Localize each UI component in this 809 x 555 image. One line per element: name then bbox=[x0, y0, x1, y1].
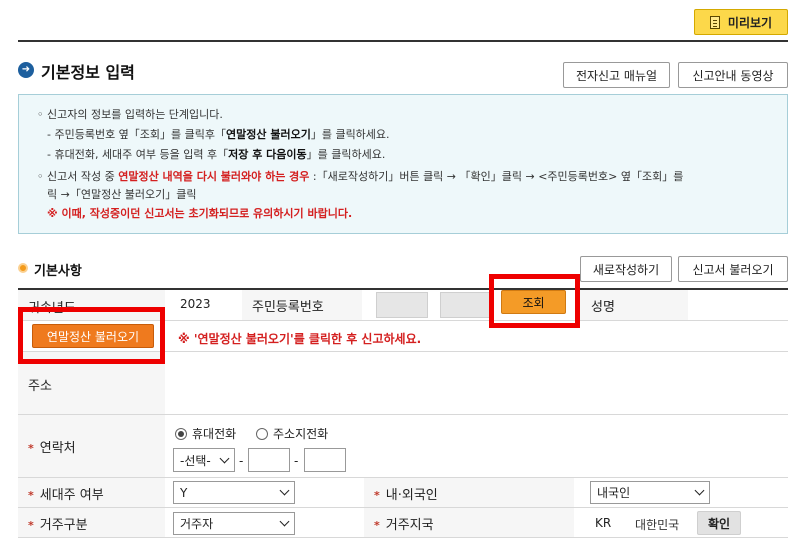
contact-label: * 연락처 bbox=[28, 441, 76, 456]
load-return-button[interactable]: 신고서 불러오기 bbox=[678, 256, 788, 282]
phone-middle-input[interactable] bbox=[248, 448, 290, 472]
lookup-button[interactable]: 조회 bbox=[501, 290, 566, 314]
info-line-4: ◦ 신고서 작성 중 연말정산 내역을 다시 불러와야 하는 경우 :「새로작성… bbox=[37, 170, 684, 183]
residence-label: * 거주구분 bbox=[28, 518, 88, 533]
video-guide-button[interactable]: 신고안내 동영상 bbox=[678, 62, 788, 88]
rrn-label: 주민등록번호 bbox=[252, 300, 324, 315]
info-line-5: 릭 →「연말정산 불러오기」클릭 bbox=[47, 188, 197, 201]
phone-prefix-select[interactable]: -선택- bbox=[173, 448, 235, 472]
rrn-first-input[interactable] bbox=[376, 292, 428, 318]
householder-select[interactable]: Y bbox=[173, 481, 295, 504]
radio-home-circle[interactable] bbox=[256, 427, 268, 440]
nationality-label: * 내·외국인 bbox=[374, 488, 438, 503]
top-divider bbox=[18, 40, 788, 42]
radio-home-phone[interactable]: 주소지전화 bbox=[256, 425, 328, 442]
bullet-icon bbox=[18, 263, 28, 273]
chevron-down-icon bbox=[279, 516, 290, 527]
householder-label: * 세대주 여부 bbox=[28, 488, 104, 503]
year-end-load-button[interactable]: 연말정산 불러오기 bbox=[32, 324, 154, 348]
page-title: 기본정보 입력 bbox=[41, 63, 135, 82]
year-end-notice: ※ '연말정산 불러오기'를 클릭한 후 신고하세요. bbox=[178, 332, 422, 346]
info-line-1: ◦ 신고자의 정보를 입력하는 단계입니다. bbox=[37, 108, 223, 121]
arrow-right-icon: ➜ bbox=[18, 62, 34, 78]
dash: - bbox=[239, 454, 244, 468]
manual-button[interactable]: 전자신고 매뉴얼 bbox=[563, 62, 670, 88]
dash: - bbox=[294, 454, 299, 468]
chevron-down-icon bbox=[219, 453, 230, 463]
preview-button[interactable]: 미리보기 bbox=[694, 9, 788, 35]
info-line-3: - 휴대전화, 세대주 여부 등을 입력 후「저장 후 다음이동」를 클릭하세요… bbox=[47, 148, 386, 161]
document-icon bbox=[709, 15, 720, 29]
info-box: ◦ 신고자의 정보를 입력하는 단계입니다. - 주민등록번호 옆「조회」를 클… bbox=[18, 94, 788, 234]
basic-section-title: 기본사항 bbox=[34, 264, 82, 279]
country-label: * 거주지국 bbox=[374, 518, 434, 533]
radio-mobile-circle[interactable] bbox=[175, 427, 187, 440]
rrn-second-input[interactable] bbox=[440, 292, 490, 318]
year-value: 2023 bbox=[180, 297, 211, 311]
confirm-button[interactable]: 확인 bbox=[697, 511, 741, 535]
address-label: 주소 bbox=[28, 379, 52, 394]
info-line-2: - 주민등록번호 옆「조회」를 클릭후「연말정산 불러오기」를 클릭하세요. bbox=[47, 128, 390, 141]
chevron-down-icon bbox=[279, 485, 290, 496]
radio-mobile[interactable]: 휴대전화 bbox=[175, 425, 236, 442]
country-name: 대한민국 bbox=[635, 518, 680, 532]
nationality-select[interactable]: 내국인 bbox=[590, 481, 710, 504]
name-label: 성명 bbox=[591, 300, 615, 315]
preview-label: 미리보기 bbox=[727, 15, 773, 30]
info-warning: ※ 이때, 작성중이던 신고서는 초기화되므로 유의하시기 바랍니다. bbox=[47, 207, 353, 220]
phone-last-input[interactable] bbox=[304, 448, 346, 472]
new-write-button[interactable]: 새로작성하기 bbox=[580, 256, 672, 282]
row-divider bbox=[18, 537, 788, 538]
residence-select[interactable]: 거주자 bbox=[173, 512, 295, 535]
country-code: KR bbox=[595, 516, 612, 530]
chevron-down-icon bbox=[694, 485, 705, 496]
